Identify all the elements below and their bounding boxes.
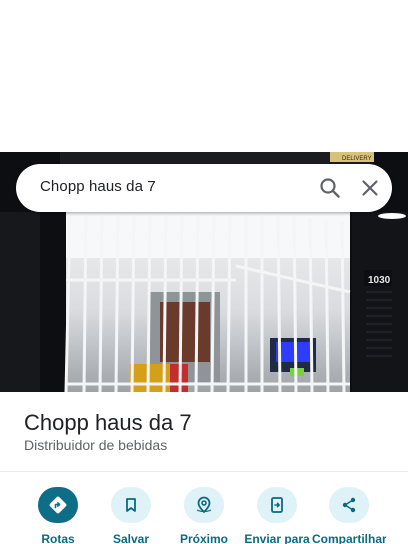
map-blank-area xyxy=(0,0,408,152)
send-to-phone-label: Enviar para xyxy=(244,531,310,544)
nearby-button[interactable]: Próximo xyxy=(167,487,241,544)
search-bar[interactable]: Chopp haus da 7 xyxy=(16,164,392,212)
action-bar: Rotas Salvar Próximo Enviar para Compart… xyxy=(0,487,408,544)
nearby-label: Próximo xyxy=(179,531,228,544)
search-input[interactable]: Chopp haus da 7 xyxy=(40,178,156,195)
send-to-phone-icon xyxy=(257,487,297,523)
place-category[interactable]: Distribuidor de bebidas xyxy=(24,437,167,453)
svg-text:DELIVERY: DELIVERY xyxy=(342,156,372,162)
directions-label: Rotas xyxy=(41,531,75,544)
send-to-phone-button[interactable]: Enviar para xyxy=(240,487,314,544)
divider xyxy=(0,471,408,472)
directions-icon xyxy=(38,487,78,523)
place-name: Chopp haus da 7 xyxy=(24,410,192,435)
close-icon[interactable] xyxy=(358,176,382,200)
search-icon[interactable] xyxy=(318,176,342,200)
directions-button[interactable]: Rotas xyxy=(21,487,95,544)
save-label: Salvar xyxy=(112,531,150,544)
save-button[interactable]: Salvar xyxy=(94,487,168,544)
share-label: Compartilhar xyxy=(312,531,386,544)
bookmark-icon xyxy=(111,487,151,523)
share-icon xyxy=(329,487,369,523)
nearby-icon xyxy=(184,487,224,523)
share-button[interactable]: Compartilhar xyxy=(312,487,386,544)
house-number: 1030 xyxy=(368,275,391,286)
